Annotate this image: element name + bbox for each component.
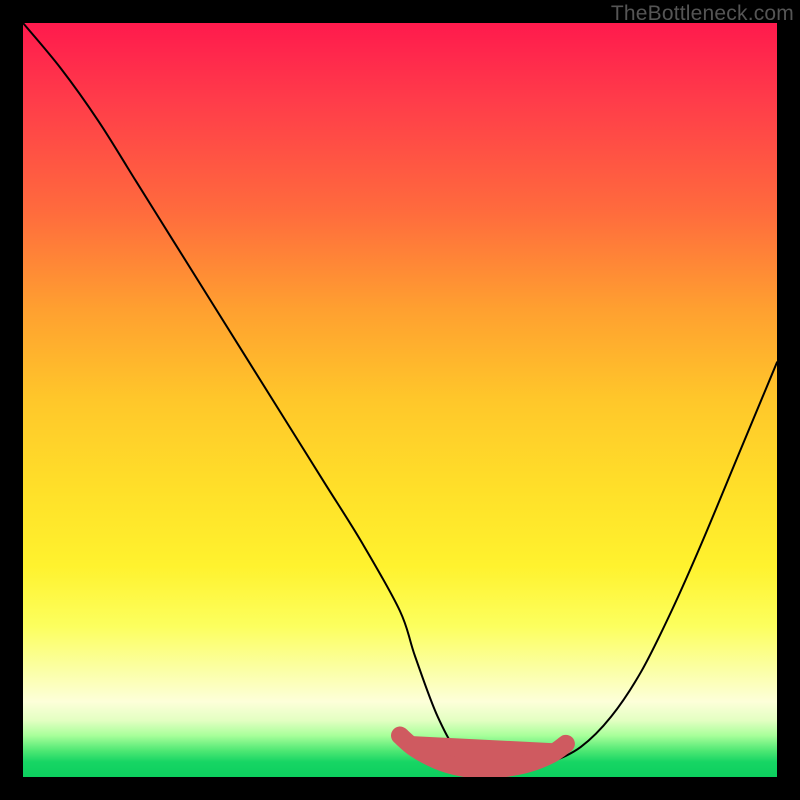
marker-cluster [400,736,566,770]
watermark-text: TheBottleneck.com [611,2,794,26]
chart-svg [23,23,777,777]
chart-container: TheBottleneck.com [0,0,800,800]
bottleneck-curve [23,23,777,771]
plot-area [23,23,777,777]
